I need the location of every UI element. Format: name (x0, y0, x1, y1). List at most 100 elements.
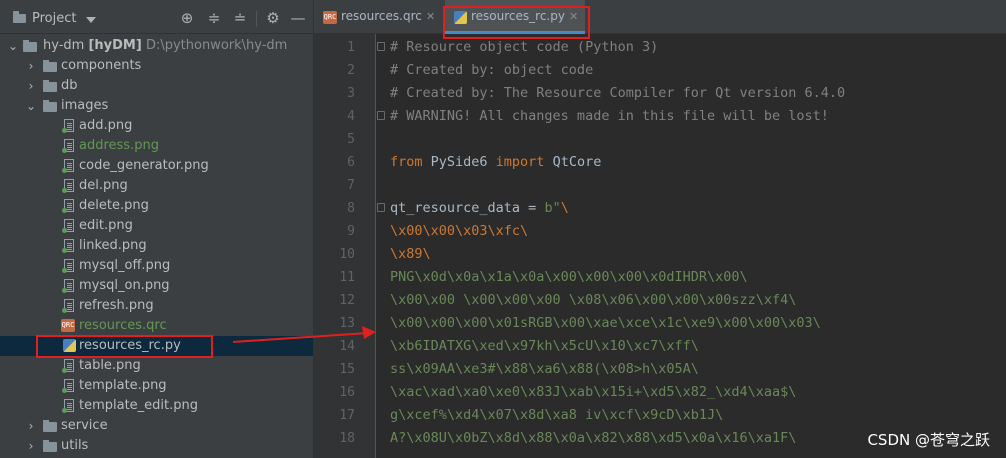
chevron-right-icon[interactable]: › (25, 416, 37, 436)
line-number: 1 (347, 40, 355, 55)
variable: qt_resource_data = (390, 200, 545, 216)
tree-item-label: add.png (79, 118, 133, 133)
code-line: # Created by: The Resource Compiler for … (390, 85, 846, 101)
code-line: \x00\x00\x00\x01sRGB\x00\xae\xce\x1c\xe9… (390, 315, 821, 331)
project-panel: Project ⊕ ≑ ≐ ⚙ — ⌄ hy-dm [hyDM] D:\pyth… (0, 0, 314, 458)
line-number: 14 (339, 339, 355, 354)
tree-item-file[interactable]: edit.png (0, 216, 313, 236)
tree-item-label: table.png (79, 358, 141, 373)
root-label: hy-dm [hyDM] D:\pythonwork\hy-dm (43, 36, 287, 56)
tree-item-file[interactable]: delete.png (0, 196, 313, 216)
image-file-icon (62, 359, 74, 373)
tree-item-file-selected[interactable]: resources_rc.py (0, 336, 313, 356)
project-view-selector[interactable]: Project (32, 11, 76, 26)
tree-item-label: service (61, 418, 108, 433)
tree-item-file[interactable]: refresh.png (0, 296, 313, 316)
line-number: 15 (339, 362, 355, 377)
tree-item-file[interactable]: template_edit.png (0, 396, 313, 416)
tab-label: resources.qrc (341, 9, 422, 23)
tree-item-service[interactable]: › service (0, 416, 313, 436)
minimize-icon[interactable]: — (289, 10, 307, 26)
tree-item-label: images (61, 98, 109, 113)
tree-item-file[interactable]: mysql_off.png (0, 256, 313, 276)
folder-icon (43, 60, 57, 72)
folder-icon (43, 420, 57, 432)
tree-item-file[interactable]: linked.png (0, 236, 313, 256)
tree-item-components[interactable]: › components (0, 56, 313, 76)
qrc-file-icon: QRC (61, 319, 75, 332)
tab-resources-qrc[interactable]: QRC resources.qrc ✕ (314, 0, 440, 33)
chevron-right-icon[interactable]: › (25, 76, 37, 96)
tree-item-file[interactable]: address.png (0, 136, 313, 156)
code-line: \xb6IDATXG\xed\x97kh\x5cU\x10\xc7\xff\ (390, 338, 699, 354)
tree-item-label: mysql_off.png (79, 258, 171, 273)
folder-icon (23, 40, 37, 52)
line-number: 8 (347, 201, 355, 216)
chevron-down-icon[interactable] (86, 17, 96, 23)
line-number: 7 (347, 178, 355, 193)
tree-item-utils[interactable]: › utils (0, 436, 313, 456)
code-line: from PySide6 import QtCore (390, 151, 601, 174)
root-module: [hyDM] (88, 38, 142, 53)
tree-item-file[interactable]: add.png (0, 116, 313, 136)
tree-item-file[interactable]: code_generator.png (0, 156, 313, 176)
line-number: 2 (347, 63, 355, 78)
string-literal: b" (544, 200, 561, 216)
close-icon[interactable]: ✕ (426, 0, 435, 33)
tree-item-label: code_generator.png (79, 158, 209, 173)
keyword: from (390, 154, 423, 170)
image-file-icon (62, 299, 74, 313)
chevron-right-icon[interactable]: › (25, 436, 37, 456)
close-icon[interactable]: ✕ (569, 0, 578, 33)
chevron-down-icon[interactable]: ⌄ (25, 96, 37, 116)
chevron-right-icon[interactable]: › (25, 56, 37, 76)
tree-item-label: resources_rc.py (79, 338, 181, 353)
image-file-icon (62, 179, 74, 193)
gear-icon[interactable]: ⚙ (264, 10, 282, 26)
tree-item-file[interactable]: template.png (0, 376, 313, 396)
tree-item-file[interactable]: table.png (0, 356, 313, 376)
chevron-down-icon[interactable]: ⌄ (7, 36, 19, 56)
code-line: \xac\xad\xa0\xe0\x83J\xab\x15i+\xd5\x82_… (390, 384, 797, 400)
code-editor[interactable]: # Resource object code (Python 3) # Crea… (390, 34, 1006, 458)
code-line: # Created by: object code (390, 62, 594, 78)
line-number: 11 (339, 270, 355, 285)
tree-item-label: mysql_on.png (79, 278, 170, 293)
tree-item-file[interactable]: mysql_on.png (0, 276, 313, 296)
line-number: 5 (347, 132, 355, 147)
image-file-icon (62, 159, 74, 173)
image-file-icon (62, 239, 74, 253)
fold-icon[interactable] (377, 42, 385, 51)
code-line: PNG\x0d\x0a\x1a\x0a\x00\x00\x00\x0dIHDR\… (390, 269, 748, 285)
tree-item-images[interactable]: ⌄ images (0, 96, 313, 116)
line-number: 4 (347, 109, 355, 124)
tree-item-label: linked.png (79, 238, 147, 253)
folder-icon (43, 80, 57, 92)
escape-seq: \ (560, 200, 569, 216)
tree-item-label: address.png (79, 138, 159, 153)
fold-icon[interactable] (377, 203, 385, 212)
line-number: 3 (347, 86, 355, 101)
line-number: 17 (339, 408, 355, 423)
keyword: import (495, 154, 545, 170)
image-file-icon (62, 119, 74, 133)
fold-icon[interactable] (377, 111, 385, 120)
qrc-file-icon: QRC (323, 11, 337, 24)
expand-all-icon[interactable]: ≑ (205, 10, 223, 26)
tree-item-file[interactable]: QRC resources.qrc (0, 316, 313, 336)
locate-icon[interactable]: ⊕ (178, 10, 196, 26)
tab-resources-rc-py[interactable]: resources_rc.py ✕ (445, 0, 585, 34)
image-file-icon (62, 139, 74, 153)
image-file-icon (62, 279, 74, 293)
collapse-all-icon[interactable]: ≐ (231, 10, 249, 26)
line-number: 10 (339, 247, 355, 262)
tree-item-file[interactable]: del.png (0, 176, 313, 196)
tree-item-label: delete.png (79, 198, 149, 213)
tree-item-label: components (61, 58, 142, 73)
tree-item-db[interactable]: › db (0, 76, 313, 96)
tree-root[interactable]: ⌄ hy-dm [hyDM] D:\pythonwork\hy-dm (0, 36, 313, 56)
project-panel-header: Project ⊕ ≑ ≐ ⚙ — (0, 0, 313, 34)
tree-item-label: template.png (79, 378, 167, 393)
tree-item-label: resources.qrc (79, 318, 167, 333)
line-number: 18 (339, 431, 355, 446)
